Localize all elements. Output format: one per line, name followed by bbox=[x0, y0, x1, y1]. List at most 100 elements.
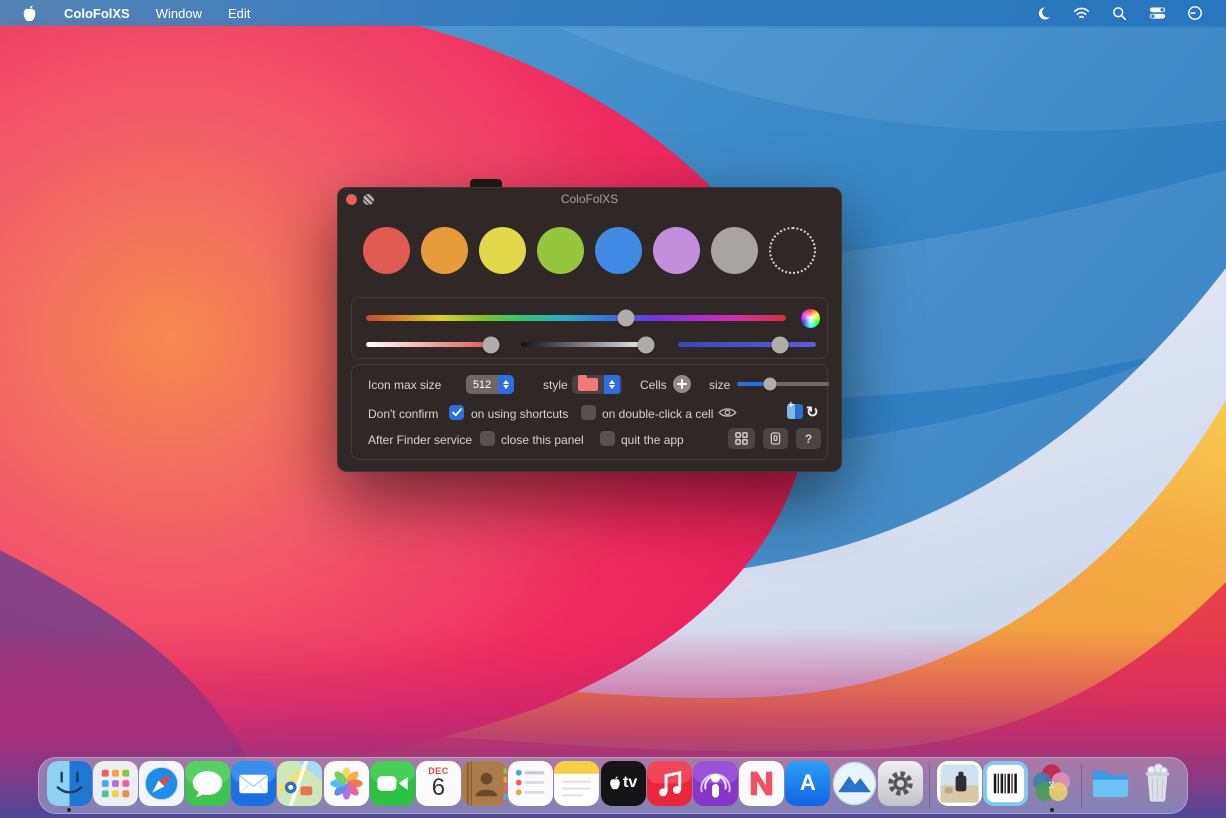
swatch-orange[interactable] bbox=[421, 227, 468, 274]
hue-slider-knob[interactable] bbox=[618, 310, 635, 327]
dock-system-preferences[interactable] bbox=[877, 761, 922, 811]
dock-downloads-folder[interactable] bbox=[1088, 761, 1133, 811]
saturation-slider-knob[interactable] bbox=[482, 336, 499, 353]
checkbox-close-this-panel[interactable] bbox=[480, 431, 495, 446]
dock-reminders[interactable] bbox=[508, 761, 553, 811]
apple-menu-icon[interactable] bbox=[20, 4, 38, 22]
icon-max-size-value: 512 bbox=[466, 379, 498, 391]
colofolxs-icon bbox=[1029, 761, 1074, 806]
mountain-app-icon bbox=[832, 761, 877, 806]
dock-safari[interactable] bbox=[139, 761, 184, 811]
dock-trash[interactable] bbox=[1134, 761, 1179, 811]
alpha-slider-knob[interactable] bbox=[772, 336, 789, 353]
facetime-icon bbox=[370, 761, 415, 806]
brightness-slider[interactable] bbox=[521, 342, 649, 347]
running-indicator bbox=[67, 808, 71, 812]
alpha-slider[interactable] bbox=[678, 342, 816, 347]
stepper-arrows-icon[interactable] bbox=[498, 375, 514, 394]
dock-contacts[interactable] bbox=[462, 761, 507, 811]
finder-icon bbox=[47, 761, 92, 806]
dock-divider bbox=[929, 764, 930, 808]
swatch-green[interactable] bbox=[537, 227, 584, 274]
color-swatch-row bbox=[363, 227, 816, 274]
sliders-panel bbox=[351, 297, 828, 359]
after-finder-service-label: After Finder service bbox=[368, 433, 472, 447]
hue-slider[interactable] bbox=[366, 315, 786, 321]
search-icon[interactable] bbox=[1110, 4, 1128, 22]
brightness-slider-knob[interactable] bbox=[638, 336, 655, 353]
menu-app-name[interactable]: ColoFolXS bbox=[64, 6, 130, 21]
trash-icon bbox=[1135, 761, 1180, 806]
swatch-blue[interactable] bbox=[595, 227, 642, 274]
grid-icon bbox=[735, 432, 748, 445]
panel-button[interactable] bbox=[763, 428, 788, 449]
checkbox-on-using-shortcuts[interactable] bbox=[449, 405, 464, 420]
menu-window[interactable]: Window bbox=[156, 6, 202, 21]
dock-colofolxs[interactable] bbox=[1029, 761, 1074, 811]
dock: DEC 6 bbox=[38, 757, 1188, 814]
dock-messages[interactable] bbox=[185, 761, 230, 811]
style-label: style bbox=[543, 378, 568, 392]
saturation-slider[interactable] bbox=[366, 342, 492, 347]
folder-icon bbox=[1088, 761, 1133, 806]
window-titlebar[interactable]: ColoFolXS bbox=[337, 187, 842, 211]
icon-max-size-stepper[interactable]: 512 bbox=[466, 375, 514, 394]
cell-size-slider[interactable] bbox=[737, 382, 829, 386]
swatch-empty[interactable] bbox=[769, 227, 816, 274]
dock-podcasts[interactable] bbox=[693, 761, 738, 811]
running-indicator bbox=[1050, 808, 1054, 812]
clock-icon[interactable] bbox=[1186, 4, 1204, 22]
dock-launchpad[interactable] bbox=[93, 761, 138, 811]
swatch-purple[interactable] bbox=[653, 227, 700, 274]
barcode-icon bbox=[983, 761, 1028, 806]
dock-facetime[interactable] bbox=[370, 761, 415, 811]
dock-photo-file[interactable] bbox=[937, 761, 982, 811]
swatch-red[interactable] bbox=[363, 227, 410, 274]
swatch-yellow[interactable] bbox=[479, 227, 526, 274]
color-wheel-button[interactable] bbox=[801, 309, 820, 328]
controls-panel: Icon max size 512 style Cells size bbox=[351, 364, 828, 460]
gear-icon bbox=[878, 761, 923, 806]
reminders-icon bbox=[508, 761, 553, 806]
close-this-panel-label: close this panel bbox=[501, 433, 584, 447]
control-center-icon[interactable] bbox=[1148, 4, 1166, 22]
swatch-gray[interactable] bbox=[711, 227, 758, 274]
refresh-icon[interactable]: ↻ bbox=[806, 403, 819, 421]
red-folder-icon bbox=[578, 378, 598, 391]
grid-view-button[interactable] bbox=[728, 428, 755, 449]
dark-mode-moon-icon[interactable] bbox=[1034, 4, 1052, 22]
photos-icon bbox=[324, 761, 369, 806]
dock-calendar[interactable]: DEC 6 bbox=[416, 761, 461, 811]
finder-add-icon[interactable] bbox=[787, 404, 803, 419]
help-button[interactable]: ? bbox=[796, 428, 821, 449]
cell-size-knob[interactable] bbox=[764, 378, 777, 391]
dock-mail[interactable] bbox=[231, 761, 276, 811]
style-dropdown[interactable] bbox=[572, 375, 622, 394]
dock-news[interactable] bbox=[739, 761, 784, 811]
app-store-letter: A bbox=[800, 770, 816, 796]
dock-divider bbox=[1081, 764, 1082, 808]
wifi-icon[interactable] bbox=[1072, 4, 1090, 22]
menu-edit[interactable]: Edit bbox=[228, 6, 250, 21]
eye-icon[interactable] bbox=[718, 406, 737, 419]
dock-apple-tv[interactable]: tv bbox=[600, 761, 645, 811]
stepper-arrows-icon[interactable] bbox=[604, 375, 620, 394]
add-cell-button[interactable] bbox=[673, 375, 691, 393]
menu-bar: ColoFolXS Window Edit bbox=[0, 0, 1226, 26]
photo-file-icon bbox=[937, 761, 982, 806]
tv-label: tv bbox=[623, 774, 637, 792]
dock-barcode-app[interactable] bbox=[983, 761, 1028, 811]
dock-maps[interactable] bbox=[277, 761, 322, 811]
dock-app-store[interactable]: A bbox=[785, 761, 830, 811]
dock-mountain-app[interactable] bbox=[831, 761, 876, 811]
dock-photos[interactable] bbox=[323, 761, 368, 811]
checkbox-on-double-click[interactable] bbox=[581, 405, 596, 420]
mail-icon bbox=[231, 761, 276, 806]
dock-notes[interactable] bbox=[554, 761, 599, 811]
panel-icon bbox=[770, 432, 781, 445]
checkbox-quit-the-app[interactable] bbox=[600, 431, 615, 446]
dock-finder[interactable] bbox=[46, 761, 91, 811]
calendar-icon: DEC 6 bbox=[416, 761, 461, 806]
dock-music[interactable] bbox=[647, 761, 692, 811]
music-icon bbox=[647, 761, 692, 806]
